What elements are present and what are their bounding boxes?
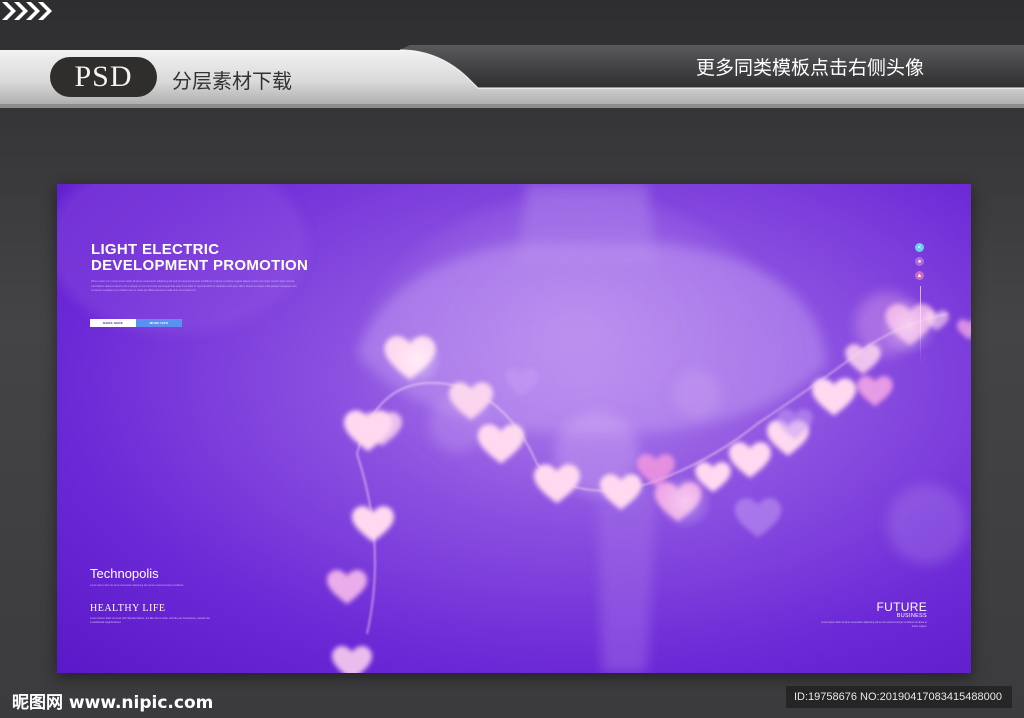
settings-icon[interactable]: ● (915, 257, 924, 266)
user-icon[interactable]: ▲ (915, 271, 924, 280)
banner-subtitle: 分层素材下载 (172, 69, 292, 93)
technopolis-title: Technopolis (90, 566, 159, 581)
headline: LIGHT ELECTRIC DEVELOPMENT PROMOTION (91, 242, 308, 274)
top-banner: PSD 分层素材下载 更多同类模板点击右侧头像 (0, 0, 1024, 112)
headline-line1: LIGHT ELECTRIC (91, 241, 220, 258)
headline-body-text: When poster ctr. Lorem ipsum dolor sit a… (91, 280, 297, 293)
more-templates-link[interactable]: 更多同类模板点击右侧头像 (696, 53, 924, 80)
headline-line2: DEVELOPMENT PROMOTION (91, 257, 309, 274)
site-watermark: 昵图网 www.nipic.com (12, 693, 214, 713)
poster-page: PSD 分层素材下载 更多同类模板点击右侧头像 LIGHT ELECTRIC D… (0, 0, 1024, 718)
image-id: ID:19758676 NO:20190417083415488000 (786, 686, 1012, 708)
psd-badge: PSD (50, 57, 157, 97)
business-title: BUSINESS (896, 613, 927, 619)
healthy-life-desc: Lorem ipsum dolor sit amet with Signals … (90, 617, 210, 624)
side-divider (920, 286, 921, 366)
side-nav: < ● ▲ (915, 243, 924, 285)
share-icon[interactable]: < (915, 243, 924, 252)
more-info-button[interactable]: MORE INFO (136, 319, 182, 327)
future-title: FUTURE (876, 600, 927, 614)
button-row: MORE HERE MORE INFO (90, 319, 182, 327)
technopolis-info: Lorem ipsum dolor sit amet consectetur a… (90, 584, 184, 587)
chevrons-icon[interactable] (0, 0, 52, 22)
more-here-button[interactable]: MORE HERE (90, 319, 136, 327)
future-desc: Lorem ipsum dolor sit amet consectetur a… (821, 621, 927, 628)
healthy-life-title: HEALTHY LIFE (90, 603, 166, 614)
poster-artwork: LIGHT ELECTRIC DEVELOPMENT PROMOTION Whe… (57, 184, 971, 673)
